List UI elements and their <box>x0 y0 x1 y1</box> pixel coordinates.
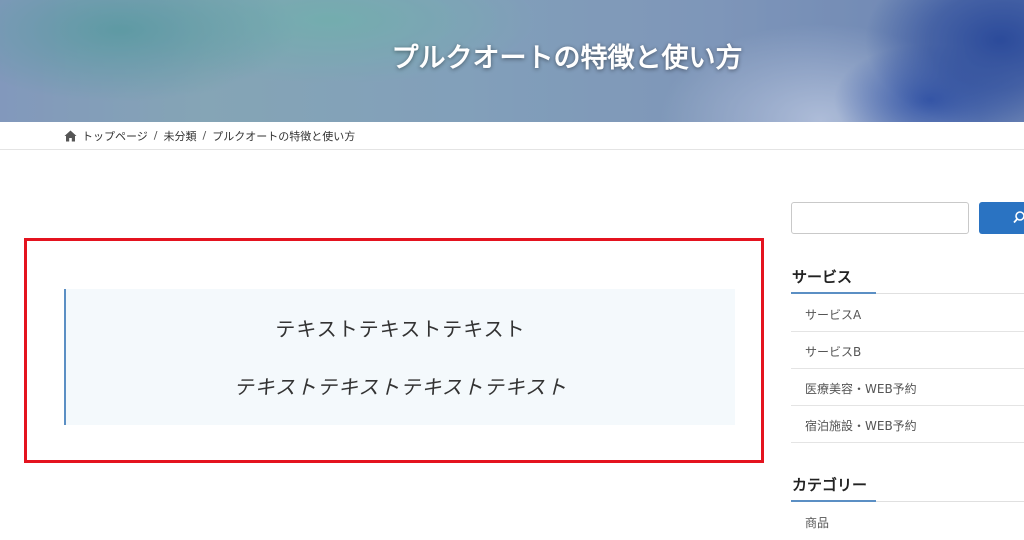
sidebar-item-label: サービスB <box>805 345 862 359</box>
search-icon <box>1013 211 1024 224</box>
service-widget-title: サービス <box>791 263 1024 294</box>
quote-text-line-2: テキストテキストテキストテキスト <box>233 375 568 399</box>
search-button[interactable] <box>979 202 1024 234</box>
breadcrumb-category-link[interactable]: 未分類 <box>164 128 197 144</box>
breadcrumb-separator: / <box>153 129 158 142</box>
sidebar-item-medical-booking[interactable]: 医療美容・WEB予約 <box>791 369 1024 406</box>
sidebar-item-category-products[interactable]: 商品 <box>791 503 1024 540</box>
breadcrumb-separator: / <box>202 129 207 142</box>
breadcrumb: トップページ / 未分類 / プルクオートの特徴と使い方 <box>0 122 1024 150</box>
sidebar-item-service-a[interactable]: サービスA <box>791 295 1024 332</box>
title-underline <box>791 500 876 502</box>
title-underline <box>791 292 876 294</box>
page-title: プルクオートの特徴と使い方 <box>391 43 743 74</box>
category-title-text: カテゴリー <box>792 476 868 494</box>
sidebar-item-label: サービスA <box>805 308 862 322</box>
quote-text-line-1: テキストテキストテキスト <box>275 317 526 341</box>
sidebar-item-label: 医療美容・WEB予約 <box>805 382 917 396</box>
breadcrumb-home-link[interactable]: トップページ <box>82 128 148 144</box>
sidebar-item-label: 商品 <box>805 516 830 530</box>
home-icon <box>64 130 77 141</box>
sidebar-item-service-b[interactable]: サービスB <box>791 332 1024 369</box>
search-input[interactable] <box>791 202 969 234</box>
breadcrumb-current: プルクオートの特徴と使い方 <box>212 129 356 143</box>
pull-quote: テキストテキストテキスト テキストテキストテキストテキスト <box>64 289 735 425</box>
category-widget-title: カテゴリー <box>791 471 1024 502</box>
hero-header: プルクオートの特徴と使い方 <box>0 0 1024 122</box>
sidebar-item-lodging-booking[interactable]: 宿泊施設・WEB予約 <box>791 406 1024 443</box>
sidebar-item-label: 宿泊施設・WEB予約 <box>805 419 917 433</box>
service-title-text: サービス <box>792 268 853 286</box>
